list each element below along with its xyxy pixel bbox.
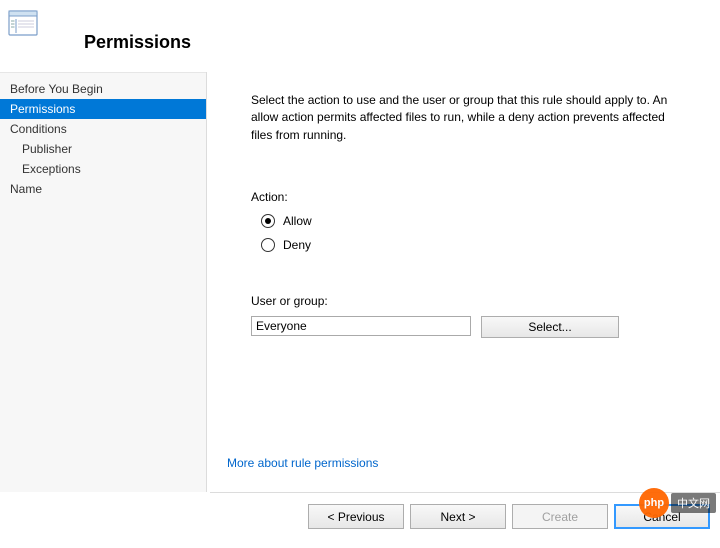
wizard-steps-sidebar: Before You Begin Permissions Conditions … [0, 72, 206, 492]
step-name[interactable]: Name [0, 179, 206, 199]
step-exceptions[interactable]: Exceptions [0, 159, 206, 179]
more-about-link[interactable]: More about rule permissions [227, 456, 378, 470]
next-button[interactable]: Next > [410, 504, 506, 529]
user-group-label: User or group: [251, 294, 696, 308]
step-conditions[interactable]: Conditions [0, 119, 206, 139]
watermark-text: 中文网 [671, 493, 716, 513]
step-publisher[interactable]: Publisher [0, 139, 206, 159]
action-radio-group: Allow Deny [261, 214, 696, 262]
watermark-logo-icon: php [639, 488, 669, 518]
user-group-row: Select... [251, 316, 696, 338]
radio-deny-label: Deny [283, 238, 311, 252]
radio-deny-icon [261, 238, 275, 252]
wizard-icon [8, 10, 38, 36]
wizard-body: Before You Begin Permissions Conditions … [0, 72, 720, 492]
select-user-button[interactable]: Select... [481, 316, 619, 338]
previous-button[interactable]: < Previous [308, 504, 404, 529]
action-deny-option[interactable]: Deny [261, 238, 696, 252]
action-label: Action: [251, 190, 696, 204]
radio-allow-label: Allow [283, 214, 312, 228]
step-before-you-begin[interactable]: Before You Begin [0, 79, 206, 99]
user-group-input[interactable] [251, 316, 471, 336]
main-panel: Select the action to use and the user or… [207, 72, 720, 492]
page-title: Permissions [84, 32, 191, 53]
create-button[interactable]: Create [512, 504, 608, 529]
wizard-header: Permissions [0, 0, 720, 72]
step-permissions[interactable]: Permissions [0, 99, 206, 119]
action-allow-option[interactable]: Allow [261, 214, 696, 228]
instructions-text: Select the action to use and the user or… [251, 92, 671, 144]
watermark: php 中文网 [639, 488, 716, 518]
radio-allow-icon [261, 214, 275, 228]
